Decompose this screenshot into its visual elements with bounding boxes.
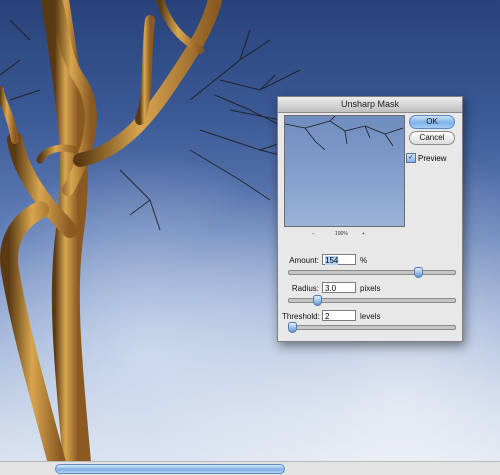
threshold-slider[interactable]: [287, 322, 456, 333]
radius-unit: pixels: [360, 284, 381, 293]
zoom-level: 100%: [335, 231, 348, 237]
preview-twigs: [285, 116, 404, 151]
threshold-slider-thumb[interactable]: [287, 322, 297, 333]
radius-input[interactable]: 3.0: [322, 282, 356, 293]
radius-value: 3.0: [325, 284, 337, 293]
preview-checkbox[interactable]: ✓ Preview: [406, 153, 446, 163]
threshold-input[interactable]: 2: [322, 310, 356, 321]
zoom-controls: − 100% +: [284, 229, 405, 239]
zoom-in-button[interactable]: +: [362, 231, 365, 237]
horizontal-scrollbar[interactable]: [0, 461, 500, 475]
zoom-out-button[interactable]: −: [312, 231, 315, 237]
amount-unit: %: [360, 256, 368, 265]
ok-button[interactable]: OK: [409, 115, 455, 129]
preview-window[interactable]: [284, 115, 405, 227]
threshold-value: 2: [325, 312, 330, 321]
unsharp-mask-dialog: Unsharp Mask − 100% + OK Cancel ✓ Previe…: [277, 96, 463, 342]
threshold-label: Threshold:: [282, 312, 320, 321]
amount-slider[interactable]: [288, 267, 456, 278]
cancel-button[interactable]: Cancel: [409, 131, 455, 145]
amount-value: 154: [325, 256, 339, 265]
amount-slider-thumb[interactable]: [413, 267, 423, 278]
preview-label: Preview: [418, 153, 447, 163]
scrollbar-thumb[interactable]: [55, 464, 285, 474]
checkmark-icon: ✓: [406, 153, 416, 163]
threshold-unit: levels: [360, 312, 381, 321]
radius-slider-thumb[interactable]: [312, 295, 322, 306]
amount-label: Amount:: [289, 256, 319, 265]
radius-slider[interactable]: [288, 295, 456, 306]
dialog-title: Unsharp Mask: [278, 97, 462, 113]
radius-label: Radius:: [291, 284, 319, 293]
amount-input[interactable]: 154: [322, 254, 356, 265]
